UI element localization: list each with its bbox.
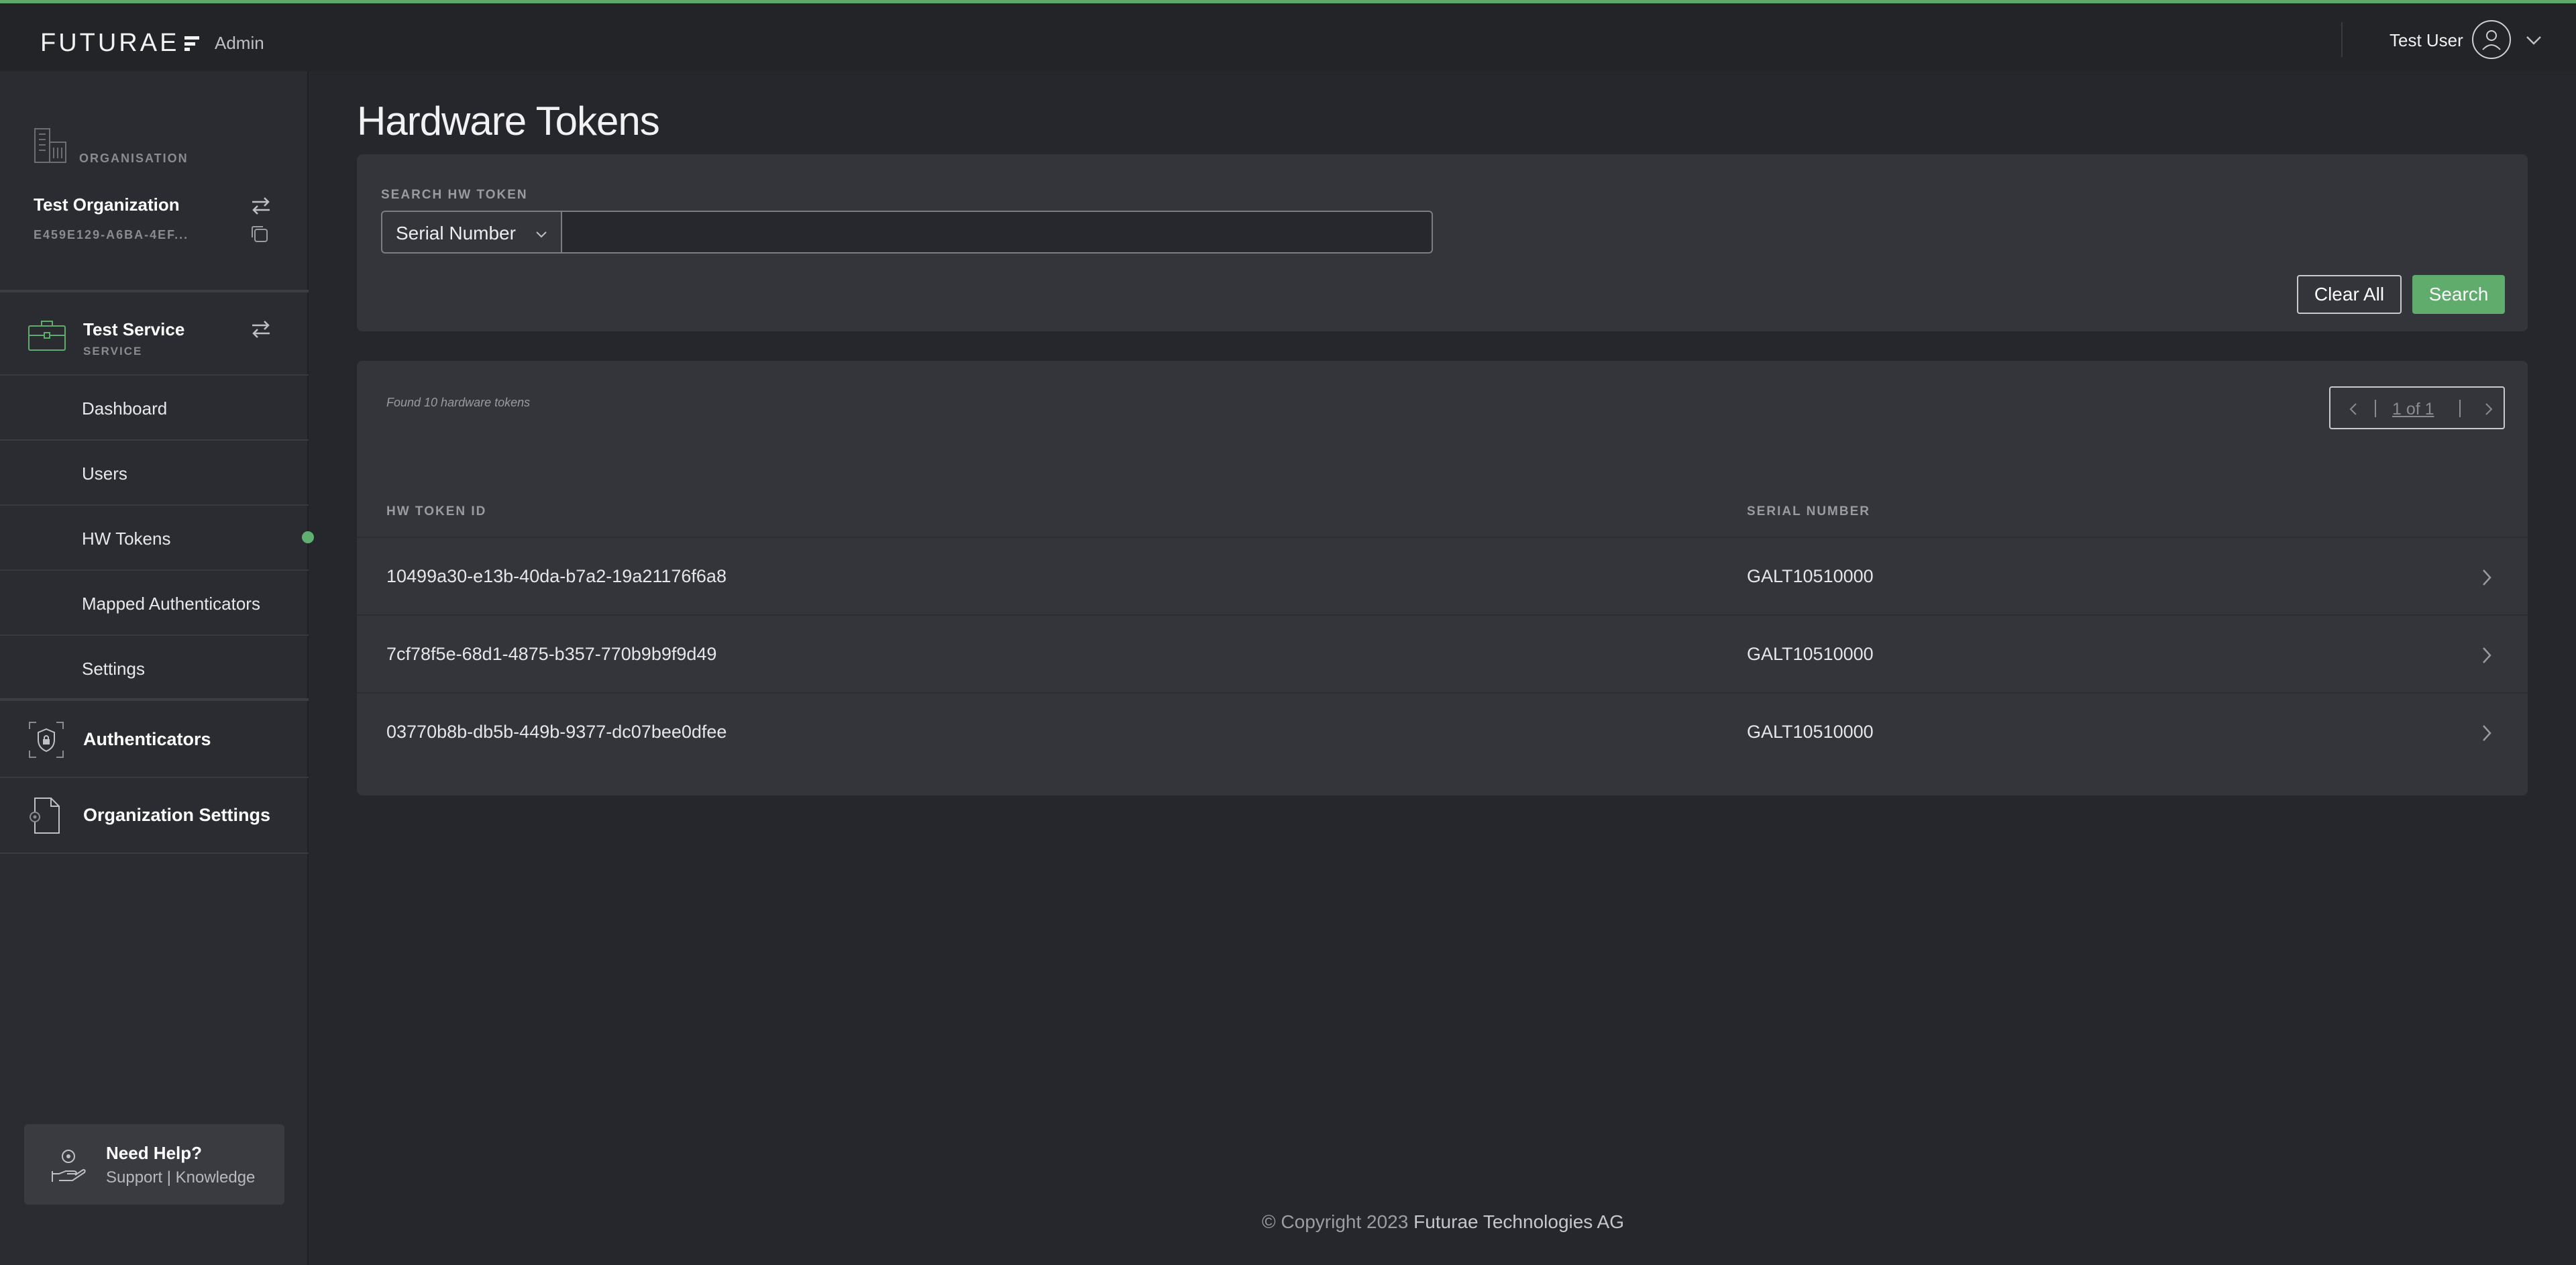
- admin-section-label: Admin: [215, 33, 264, 53]
- briefcase-icon: [28, 321, 66, 351]
- search-button[interactable]: Search: [2412, 275, 2505, 314]
- sidebar-item-label: Dashboard: [82, 398, 168, 419]
- organisation-id: E459E129-A6BA-4EF...: [34, 228, 189, 241]
- service-block: Test Service SERVICE: [0, 295, 309, 376]
- topbar-divider: [2341, 22, 2343, 57]
- pager-info[interactable]: 1 of 1: [2392, 400, 2434, 419]
- chevron-left-icon[interactable]: [2345, 401, 2361, 417]
- hw-token-id-cell: 7cf78f5e-68d1-4875-b357-770b9b9f9d49: [386, 644, 717, 664]
- copy-icon[interactable]: [250, 224, 270, 244]
- switch-service-icon[interactable]: [250, 319, 272, 339]
- serial-number-cell: GALT10510000: [1747, 566, 1874, 586]
- document-gear-icon: [30, 798, 60, 834]
- logo-mark-icon: [184, 36, 200, 51]
- main-content: Hardware Tokens SEARCH HW TOKEN Serial N…: [310, 71, 2576, 1265]
- serial-number-cell: GALT10510000: [1747, 644, 1874, 664]
- footer: © Copyright 2023 Futurae Technologies AG: [310, 1211, 2576, 1233]
- pager-separator: [2375, 400, 2376, 417]
- sidebar-item-label: HW Tokens: [82, 529, 171, 549]
- search-field-select[interactable]: Serial Number: [381, 211, 561, 254]
- chevron-right-icon[interactable]: [2481, 401, 2497, 417]
- results-card: Found 10 hardware tokens 1 of 1 HW TOKEN…: [357, 361, 2528, 795]
- help-links[interactable]: Support | Knowledge: [106, 1168, 255, 1187]
- sidebar-section-organization-settings[interactable]: Organization Settings: [0, 778, 309, 854]
- service-caption: SERVICE: [83, 345, 143, 358]
- top-bar: FUTURAE Admin Test User: [0, 0, 2576, 71]
- search-field-value: Serial Number: [396, 223, 516, 243]
- organisation-caption: ORGANISATION: [79, 152, 189, 165]
- chevron-right-icon[interactable]: [2478, 645, 2496, 665]
- pagination: 1 of 1: [2329, 386, 2505, 429]
- organisation-block: ORGANISATION Test Organization E459E129-…: [0, 71, 309, 292]
- help-title: Need Help?: [106, 1143, 203, 1163]
- shield-lock-icon: [29, 722, 64, 758]
- building-icon: [34, 128, 66, 163]
- sidebar-item-label: Settings: [82, 659, 145, 679]
- results-count: Found 10 hardware tokens: [386, 396, 531, 409]
- sidebar-section-label: Authenticators: [83, 729, 211, 749]
- search-input[interactable]: [561, 211, 1433, 254]
- sidebar-item-label: Users: [82, 463, 127, 484]
- futurae-logo[interactable]: FUTURAE: [40, 29, 200, 58]
- logo-text: FUTURAE: [40, 29, 180, 57]
- serial-number-cell: GALT10510000: [1747, 722, 1874, 742]
- clear-all-button[interactable]: Clear All: [2297, 275, 2402, 314]
- column-header-serial-number: SERIAL NUMBER: [1747, 504, 1870, 518]
- user-name[interactable]: Test User: [2390, 30, 2463, 51]
- pager-separator: [2459, 400, 2461, 417]
- search-card: SEARCH HW TOKEN Serial Number Clear All …: [357, 154, 2528, 331]
- hw-token-id-cell: 10499a30-e13b-40da-b7a2-19a21176f6a8: [386, 566, 727, 586]
- sidebar-item-users[interactable]: Users: [0, 441, 309, 506]
- switch-organisation-icon[interactable]: [250, 196, 272, 216]
- hw-token-id-cell: 03770b8b-db5b-449b-9377-dc07bee0dfee: [386, 722, 727, 742]
- user-menu-chevron-down-icon[interactable]: [2524, 30, 2544, 50]
- column-header-hw-token-id: HW TOKEN ID: [386, 504, 487, 518]
- search-caption: SEARCH HW TOKEN: [381, 188, 528, 202]
- table-row[interactable]: 03770b8b-db5b-449b-9377-dc07bee0dfee GAL…: [357, 692, 2528, 770]
- chevron-right-icon[interactable]: [2478, 723, 2496, 743]
- sidebar-section-label: Organization Settings: [83, 805, 271, 825]
- organisation-name: Test Organization: [34, 195, 180, 215]
- table-row[interactable]: 7cf78f5e-68d1-4875-b357-770b9b9f9d49 GAL…: [357, 614, 2528, 692]
- sidebar-section-authenticators[interactable]: Authenticators: [0, 702, 309, 778]
- sidebar-item-dashboard[interactable]: Dashboard: [0, 376, 309, 441]
- chevron-down-icon: [536, 231, 547, 238]
- sidebar-item-label: Mapped Authenticators: [82, 594, 260, 614]
- help-card[interactable]: Need Help? Support | Knowledge: [24, 1124, 284, 1205]
- user-avatar-icon[interactable]: [2472, 20, 2511, 59]
- footer-copyright: © Copyright 2023: [1262, 1211, 1409, 1232]
- sidebar-item-settings[interactable]: Settings: [0, 636, 309, 701]
- footer-company: Futurae Technologies AG: [1413, 1211, 1624, 1232]
- service-name: Test Service: [83, 319, 185, 339]
- table-row[interactable]: 10499a30-e13b-40da-b7a2-19a21176f6a8 GAL…: [357, 537, 2528, 614]
- help-hand-gear-icon: [52, 1150, 86, 1182]
- sidebar-item-hw-tokens[interactable]: HW Tokens: [0, 506, 314, 571]
- page-title: Hardware Tokens: [357, 99, 660, 144]
- sidebar-item-mapped-authenticators[interactable]: Mapped Authenticators: [0, 571, 309, 636]
- sidebar: ORGANISATION Test Organization E459E129-…: [0, 71, 314, 1265]
- chevron-right-icon[interactable]: [2478, 567, 2496, 588]
